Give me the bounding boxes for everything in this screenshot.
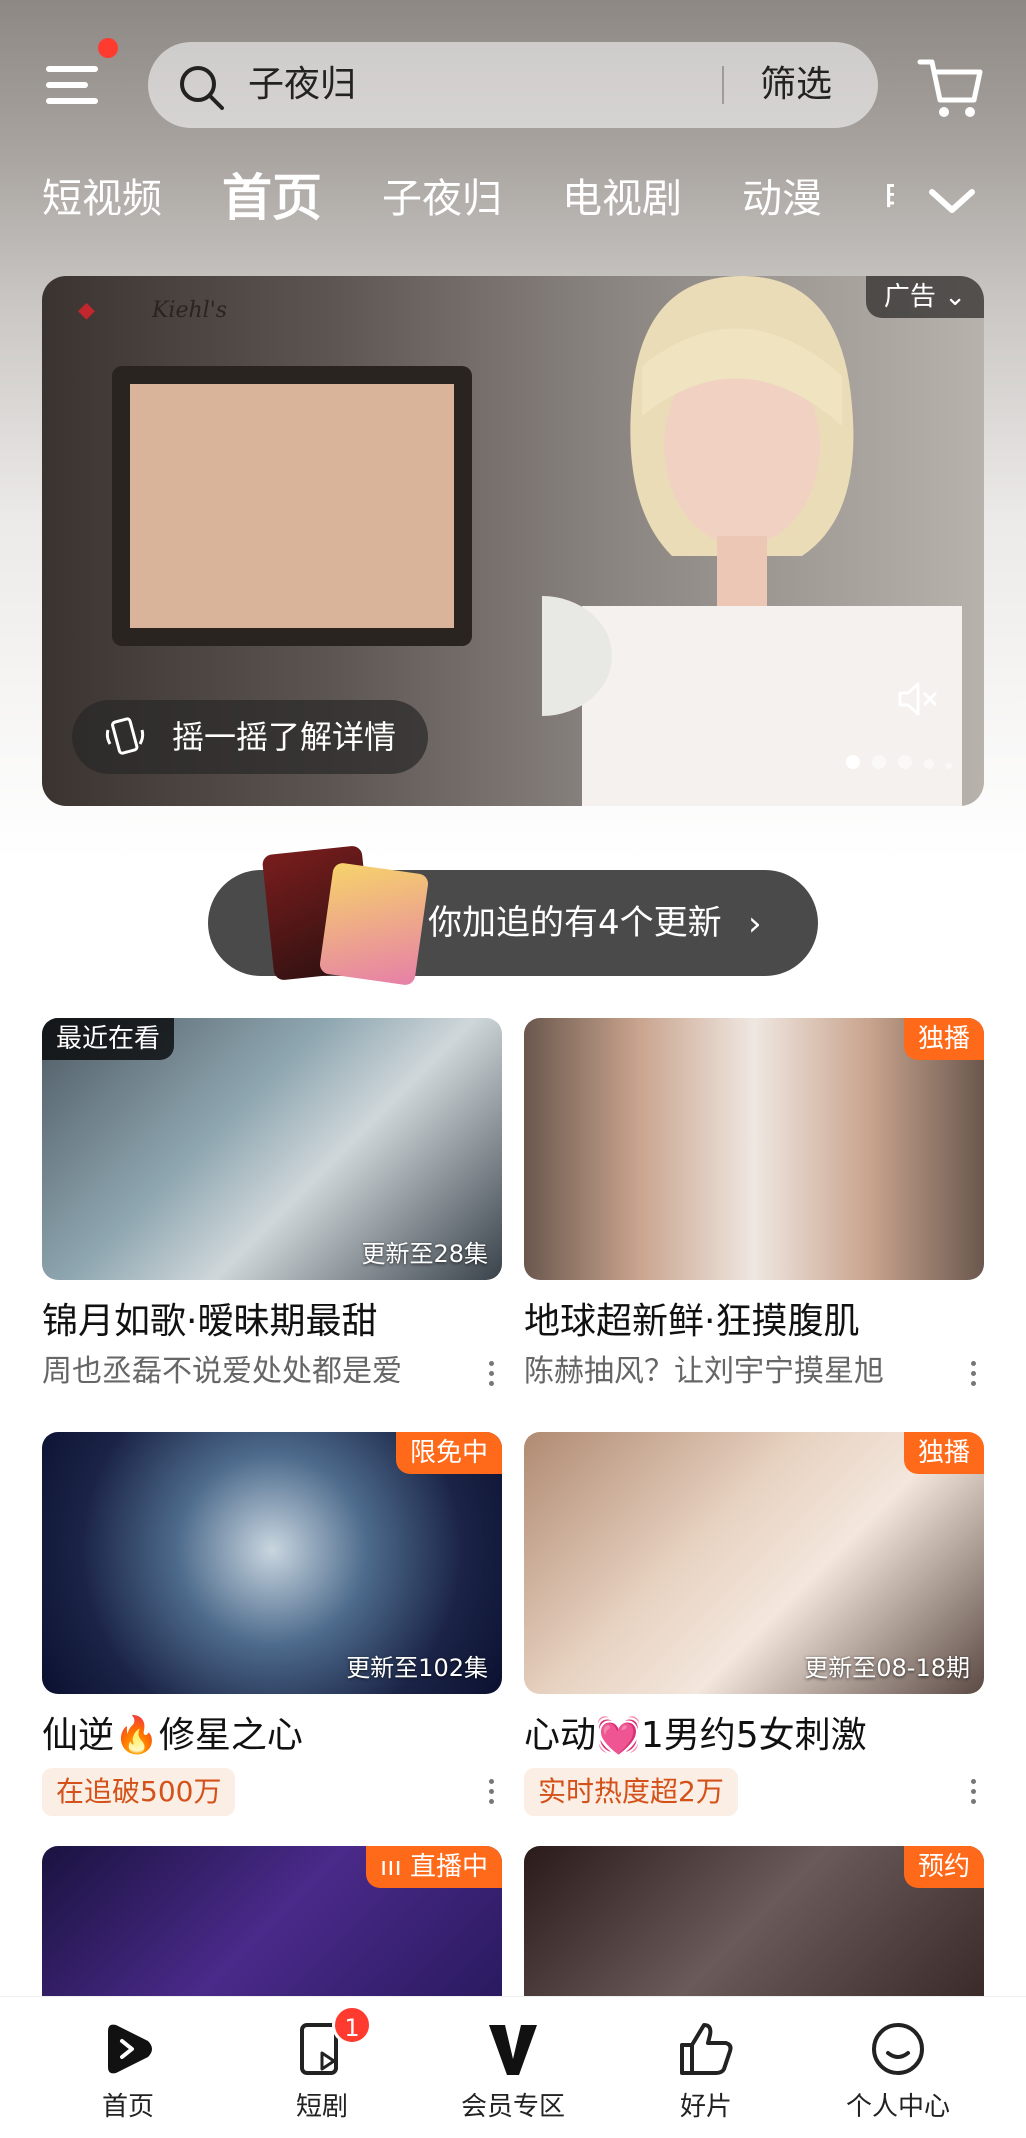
carousel-dot [924,759,934,769]
menu-icon-bar [46,82,88,88]
exclusive-tag: 独播 [903,1018,984,1060]
video-thumbnail[interactable]: 独播 [524,1018,984,1280]
banner-model-image [542,276,962,806]
video-subtitle: 周也丞磊不说爱处处都是爱 [42,1354,402,1389]
cart-icon[interactable] [916,50,988,122]
carousel-dot [946,763,952,769]
follow-thumbnail [318,861,430,987]
episode-update: 更新至102集 [346,1654,488,1682]
live-bars-icon: ııı [380,1852,402,1882]
follow-updates-pill[interactable]: 你加追的有4个更新 › [208,845,818,987]
episode-update: 更新至28集 [361,1240,488,1268]
video-thumbnail[interactable]: 独播 更新至08-18期 [524,1432,984,1694]
notification-badge: 1 [332,2005,372,2045]
popularity-badge: 实时热度超2万 [524,1768,738,1816]
menu-button[interactable] [40,38,118,112]
nav-profile[interactable]: 个人中心 [818,1997,978,2138]
video-thumbnail[interactable]: 最近在看 更新至28集 [42,1018,502,1280]
episode-update: 更新至08-18期 [804,1654,970,1682]
tab-movie-partial[interactable]: 电 [882,172,894,226]
video-title[interactable]: 锦月如歌·暧昧期最甜 [42,1298,502,1346]
ad-banner[interactable]: ◆ Kiehl's 广告 ⌄ 摇一摇了解详情 [42,276,984,806]
tab-home[interactable]: 首页 [222,166,322,230]
brand-logo: ◆ [78,298,95,323]
mute-icon[interactable] [894,676,940,722]
video-card[interactable]: 独播 地球超新鲜·狂摸腹肌 陈赫抽风？让刘宇宁摸星旭 [524,1018,984,1394]
reserve-tag: 预约 [903,1846,984,1888]
search-query[interactable]: 子夜归 [248,60,356,110]
video-card[interactable]: 限免中 更新至102集 仙逆🔥修星之心 在追破500万 [42,1432,502,1816]
video-title[interactable]: 仙逆🔥修星之心 [42,1712,502,1760]
shake-button[interactable]: 摇一摇了解详情 [72,700,429,774]
nav-label: 个人中心 [845,2092,950,2122]
category-tabs: 短视频 首页 子夜归 电视剧 动漫 电 [0,160,1026,240]
nav-vip[interactable]: 会员专区 [433,1997,593,2138]
more-options-icon[interactable] [486,1356,496,1392]
notification-dot [98,38,118,58]
banner-background-shape [112,366,472,646]
shake-label: 摇一摇了解详情 [172,718,397,756]
shake-phone-icon [105,717,145,755]
free-limited-tag: 限免中 [395,1432,502,1474]
nav-short-drama[interactable]: 1 短剧 [242,1997,402,2138]
more-options-icon[interactable] [968,1356,978,1392]
live-tag: ııı 直播中 [366,1846,502,1888]
carousel-dot [898,755,912,769]
popularity-badge: 在追破500万 [42,1768,236,1816]
exclusive-tag: 独播 [903,1432,984,1474]
bottom-navigation: 首页 1 短剧 会员专区 好片 个人中心 [0,1996,1026,2138]
tab-anime[interactable]: 动漫 [742,172,822,226]
tab-ziyegui[interactable]: 子夜归 [382,172,502,226]
follow-updates-text: 你加追的有4个更新 [428,903,722,943]
video-card[interactable]: 独播 更新至08-18期 心动💓1男约5女刺激 实时热度超2万 [524,1432,984,1816]
nav-label: 会员专区 [460,2092,565,2122]
chevron-right-icon: › [748,904,762,944]
nav-label: 首页 [101,2092,154,2122]
carousel-dot [872,755,886,769]
video-subtitle: 陈赫抽风？让刘宇宁摸星旭 [524,1354,884,1389]
nav-label: 短剧 [295,2092,348,2122]
tab-short-video[interactable]: 短视频 [42,172,162,226]
thumbs-up-icon [680,2023,733,2075]
ad-label-text: 广告 [883,282,936,312]
video-title[interactable]: 地球超新鲜·狂摸腹肌 [524,1298,984,1346]
nav-recommended[interactable]: 好片 [626,1997,786,2138]
chevron-down-icon[interactable] [920,170,984,234]
video-card[interactable]: 最近在看 更新至28集 锦月如歌·暧昧期最甜 周也丞磊不说爱处处都是爱 [42,1018,502,1394]
carousel-indicator [834,754,952,772]
video-thumbnail[interactable]: 预约 [524,1846,984,1996]
ad-label[interactable]: 广告 ⌄ [865,276,984,318]
live-tag-text: 直播中 [409,1852,488,1882]
profile-icon [872,2023,924,2075]
video-card[interactable]: 预约 [524,1846,984,1996]
recently-watched-tag: 最近在看 [42,1018,175,1060]
video-title[interactable]: 心动💓1男约5女刺激 [524,1712,984,1760]
more-options-icon[interactable] [968,1774,978,1810]
tab-tv-series[interactable]: 电视剧 [562,172,682,226]
filter-button[interactable]: 筛选 [760,60,832,110]
search-bar[interactable]: 子夜归 筛选 [148,42,878,128]
search-divider [722,66,724,104]
video-thumbnail[interactable]: 限免中 更新至102集 [42,1432,502,1694]
vip-icon [489,2025,537,2075]
video-card[interactable]: ııı 直播中 [42,1846,502,1996]
nav-home[interactable]: 首页 [48,1997,208,2138]
more-options-icon[interactable] [486,1774,496,1810]
video-thumbnail[interactable]: ııı 直播中 [42,1846,502,1996]
menu-icon-bar [46,98,98,104]
carousel-dot [846,755,860,769]
home-play-icon [108,2024,152,2074]
search-icon [180,66,224,110]
menu-icon [46,66,98,72]
brand-name: Kiehl's [152,298,228,323]
nav-label: 好片 [679,2092,732,2122]
